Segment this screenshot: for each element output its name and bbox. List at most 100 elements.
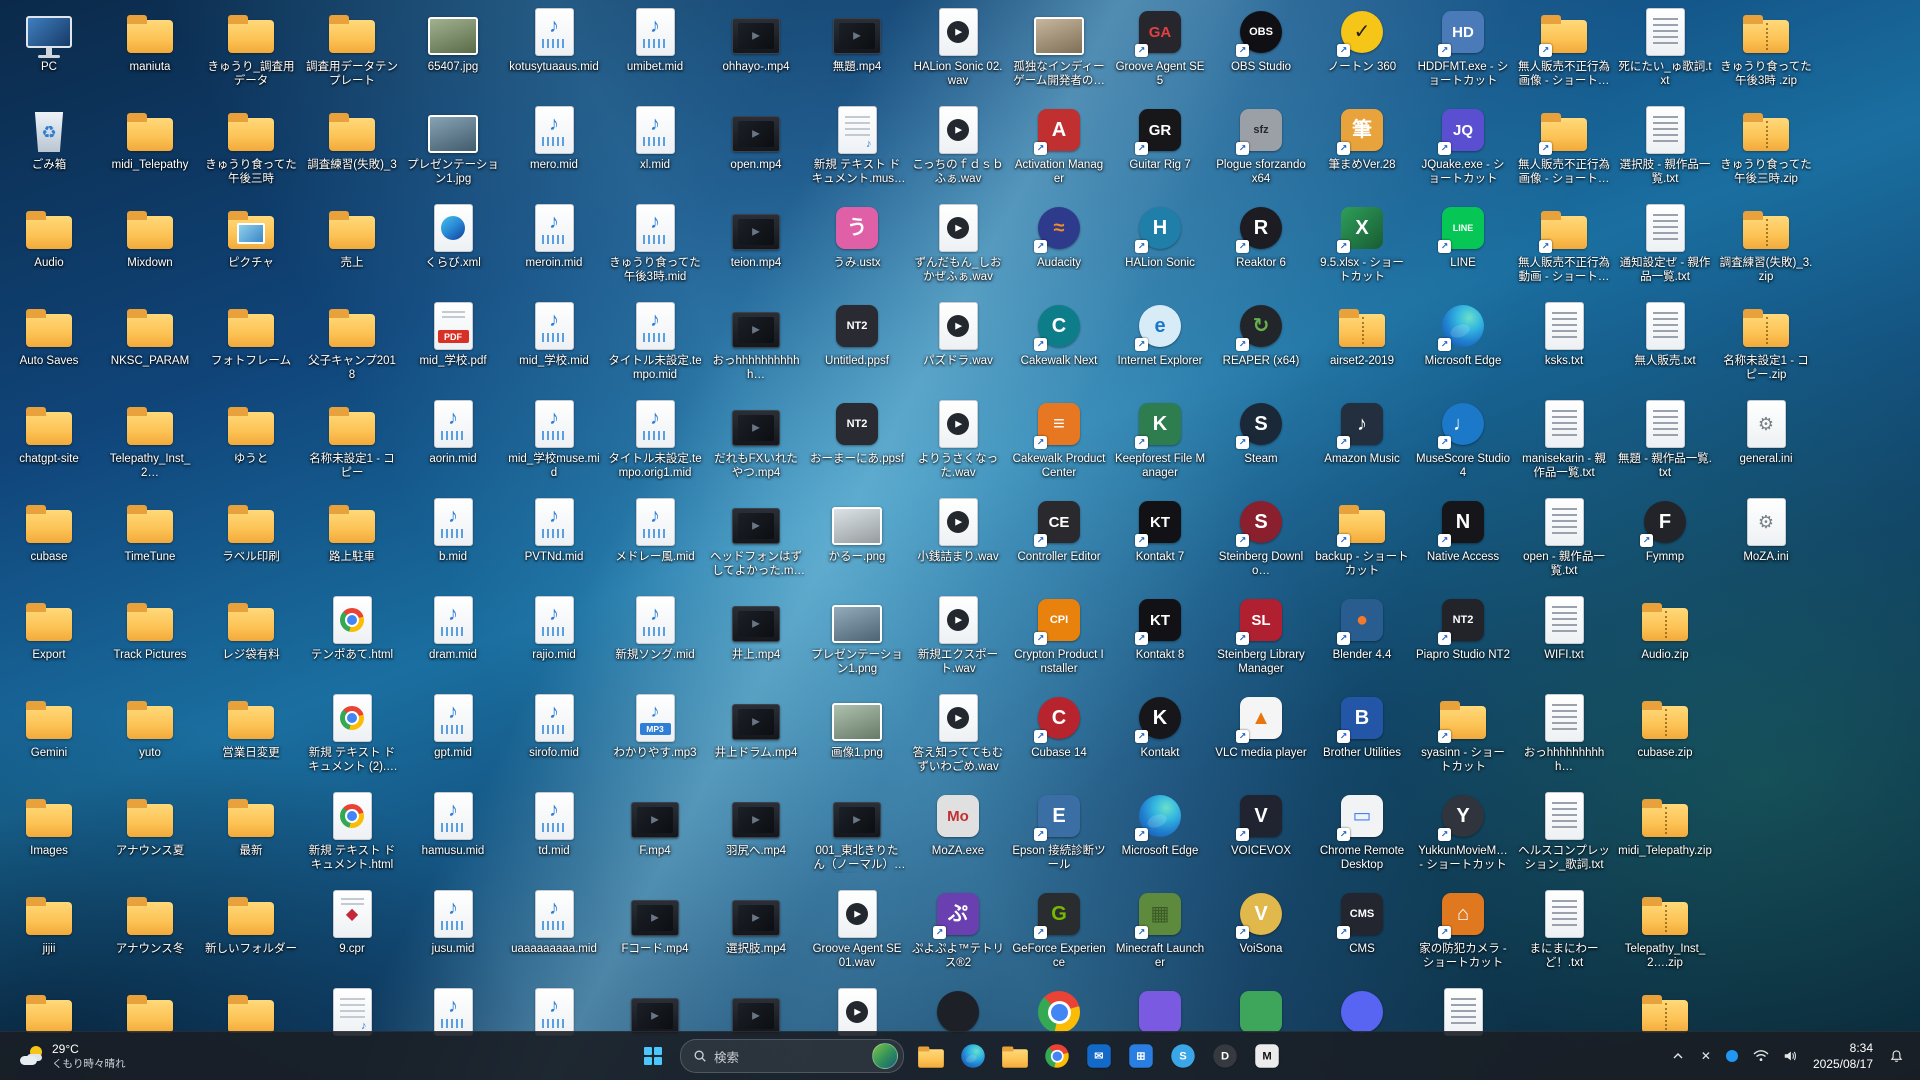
- desktop-icon[interactable]: 調査練習(失敗)_3.zip: [1717, 202, 1815, 285]
- desktop-icon[interactable]: 営業日変更: [202, 692, 300, 760]
- desktop-icon[interactable]: F↗Fymmp: [1616, 496, 1714, 564]
- desktop-icon[interactable]: umibet.mid: [606, 6, 704, 74]
- desktop-icon[interactable]: maniuta: [101, 6, 199, 74]
- desktop-icon[interactable]: SL↗Steinberg Library Manager: [1212, 594, 1310, 677]
- desktop-icon[interactable]: Export: [0, 594, 98, 662]
- desktop-icon[interactable]: Fコード.mp4: [606, 888, 704, 956]
- clock[interactable]: 8:34 2025/08/17: [1805, 1040, 1881, 1072]
- desktop-icon[interactable]: GA↗Groove Agent SE 5: [1111, 6, 1209, 89]
- desktop-icon[interactable]: 001_東北きりたん（ノーマル）_今じゃ…: [808, 790, 906, 873]
- desktop-icon[interactable]: manisekarin - 親作品一覧.txt: [1515, 398, 1613, 481]
- desktop-icon[interactable]: プレゼンテーション1.jpg: [404, 104, 502, 187]
- desktop-icon[interactable]: 9.cpr: [303, 888, 401, 956]
- desktop-icon[interactable]: general.ini: [1717, 398, 1815, 466]
- desktop-icon[interactable]: ♩↗MuseScore Studio 4: [1414, 398, 1512, 481]
- desktop-icon[interactable]: ♪↗Amazon Music: [1313, 398, 1411, 466]
- desktop-icon[interactable]: ⌂↗家の防犯カメラ - ショートカット: [1414, 888, 1512, 971]
- desktop-icon[interactable]: A↗Activation Manager: [1010, 104, 1108, 187]
- desktop-icon[interactable]: e↗Internet Explorer: [1111, 300, 1209, 368]
- desktop-icon[interactable]: きゅうり_調査用データ: [202, 6, 300, 89]
- desktop-icon[interactable]: だれもFXいれたやつ.mp4: [707, 398, 805, 481]
- desktop-icon[interactable]: Gemini: [0, 692, 98, 760]
- desktop-icon[interactable]: ↗syasinn - ショートカット: [1414, 692, 1512, 775]
- desktop-icon[interactable]: mid_学校.mid: [505, 300, 603, 368]
- desktop-icon[interactable]: ずんだもん_しおかぜふぁ.wav: [909, 202, 1007, 285]
- desktop-icon[interactable]: Auto Saves: [0, 300, 98, 368]
- desktop-icon[interactable]: ksks.txt: [1515, 300, 1613, 368]
- pinned-folder-button[interactable]: [995, 1036, 1035, 1076]
- tray-app-1-button[interactable]: ✕: [1693, 1036, 1719, 1076]
- desktop-icon[interactable]: ●↗Blender 4.4: [1313, 594, 1411, 662]
- desktop-icon[interactable]: Mixdown: [101, 202, 199, 270]
- desktop-icon[interactable]: 答え知っててもむずいわごめ.wav: [909, 692, 1007, 775]
- desktop-icon[interactable]: CE↗Controller Editor: [1010, 496, 1108, 564]
- desktop-icon[interactable]: S↗Steam: [1212, 398, 1310, 466]
- desktop-icon[interactable]: PC: [0, 6, 98, 74]
- file-explorer-button[interactable]: [911, 1036, 951, 1076]
- desktop-icon[interactable]: chatgpt-site: [0, 398, 98, 466]
- desktop-icon[interactable]: 売上: [303, 202, 401, 270]
- desktop-icon[interactable]: ↻↗REAPER (x64): [1212, 300, 1310, 368]
- desktop-icon[interactable]: E↗Epson 接続診断ツール: [1010, 790, 1108, 873]
- desktop-icon[interactable]: N↗Native Access: [1414, 496, 1512, 564]
- desktop-icon[interactable]: R↗Reaktor 6: [1212, 202, 1310, 270]
- desktop-icon[interactable]: LINE↗LINE: [1414, 202, 1512, 270]
- desktop-icon[interactable]: ラベル印刷: [202, 496, 300, 564]
- volume-button[interactable]: [1777, 1036, 1803, 1076]
- desktop-icon[interactable]: 名称未設定1 - コピー: [303, 398, 401, 481]
- desktop-icon[interactable]: 新規ソング.mid: [606, 594, 704, 662]
- search-daily-image[interactable]: [872, 1043, 898, 1069]
- desktop-icon[interactable]: 選択肢.mp4: [707, 888, 805, 956]
- desktop-icon[interactable]: Telepathy_Inst_2…: [101, 398, 199, 481]
- desktop-icon[interactable]: PVTNd.mid: [505, 496, 603, 564]
- desktop-icon[interactable]: 孤独なインディーゲーム開発者の一生…: [1010, 6, 1108, 89]
- desktop-icon[interactable]: 新しいフォルダー: [202, 888, 300, 956]
- desktop-icon[interactable]: フォトフレーム: [202, 300, 300, 368]
- desktop-icon[interactable]: CPI↗Crypton Product Installer: [1010, 594, 1108, 677]
- desktop-icon[interactable]: meroin.mid: [505, 202, 603, 270]
- desktop-icon[interactable]: K↗Kontakt: [1111, 692, 1209, 760]
- desktop-icon[interactable]: きゅうり食ってた午後3時.mid: [606, 202, 704, 285]
- desktop-icon[interactable]: CMS↗CMS: [1313, 888, 1411, 956]
- desktop-icon[interactable]: open.mp4: [707, 104, 805, 172]
- desktop-icon[interactable]: レジ袋有料: [202, 594, 300, 662]
- start-button[interactable]: [633, 1036, 673, 1076]
- desktop-icon[interactable]: ✓↗ノートン 360: [1313, 6, 1411, 74]
- desktop-icon[interactable]: F.mp4: [606, 790, 704, 858]
- desktop-icon[interactable]: 新規 テキスト ドキュメント.musicxml: [808, 104, 906, 187]
- desktop-icon[interactable]: ▭↗Chrome Remote Desktop: [1313, 790, 1411, 873]
- desktop-icon[interactable]: dram.mid: [404, 594, 502, 662]
- desktop-icon[interactable]: テンポあて.html: [303, 594, 401, 662]
- desktop[interactable]: PCmaniutaきゅうり_調査用データ調査用データテンプレート65407.jp…: [0, 0, 1920, 1032]
- desktop-icon[interactable]: 新規 テキスト ドキュメント.html: [303, 790, 401, 873]
- desktop-icon[interactable]: yuto: [101, 692, 199, 760]
- desktop-icon[interactable]: sirofo.mid: [505, 692, 603, 760]
- microsoft-store-button[interactable]: ⊞: [1121, 1036, 1161, 1076]
- desktop-icon[interactable]: Track Pictures: [101, 594, 199, 662]
- desktop-icon[interactable]: KT↗Kontakt 7: [1111, 496, 1209, 564]
- desktop-icon[interactable]: mero.mid: [505, 104, 603, 172]
- desktop-icon[interactable]: ↗無人販売不正行為画像 - ショートカッ…: [1515, 6, 1613, 89]
- desktop-icon[interactable]: airset2-2019: [1313, 300, 1411, 368]
- desktop-icon[interactable]: mid_学校.pdf: [404, 300, 502, 368]
- desktop-icon[interactable]: jusu.mid: [404, 888, 502, 956]
- desktop-icon[interactable]: cubase.zip: [1616, 692, 1714, 760]
- desktop-icon[interactable]: 路上駐車: [303, 496, 401, 564]
- desktop-icon[interactable]: 通知設定ぜ - 親作品一覧.txt: [1616, 202, 1714, 285]
- desktop-icon[interactable]: NT2おーまーにあ.ppsf: [808, 398, 906, 466]
- notifications-button[interactable]: [1883, 1036, 1910, 1076]
- desktop-icon[interactable]: B↗Brother Utilities: [1313, 692, 1411, 760]
- desktop-icon[interactable]: アナウンス夏: [101, 790, 199, 858]
- desktop-icon[interactable]: td.mid: [505, 790, 603, 858]
- desktop-icon[interactable]: TimeTune: [101, 496, 199, 564]
- network-button[interactable]: [1747, 1036, 1775, 1076]
- desktop-icon[interactable]: Groove Agent SE 01.wav: [808, 888, 906, 971]
- desktop-icon[interactable]: 無題.mp4: [808, 6, 906, 74]
- desktop-icon[interactable]: gpt.mid: [404, 692, 502, 760]
- desktop-icon[interactable]: C↗Cakewalk Next: [1010, 300, 1108, 368]
- desktop-icon[interactable]: メドレー風.mid: [606, 496, 704, 564]
- desktop-icon[interactable]: きゅうり食ってた午後3時 .zip: [1717, 6, 1815, 89]
- desktop-icon[interactable]: jijii: [0, 888, 98, 956]
- desktop-icon[interactable]: xl.mid: [606, 104, 704, 172]
- desktop-icon[interactable]: 選択肢 - 親作品一覧.txt: [1616, 104, 1714, 187]
